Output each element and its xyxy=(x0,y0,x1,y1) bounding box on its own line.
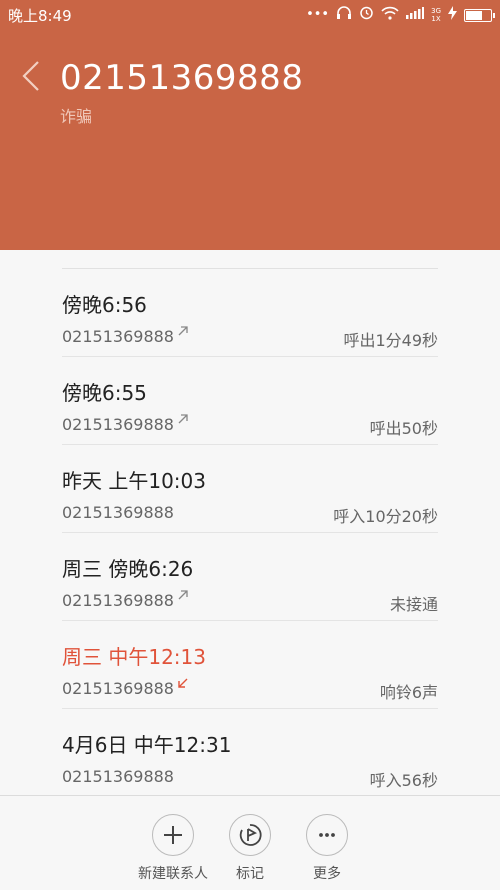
call-log-row[interactable]: 昨天 上午10:03 02151369888 呼入10分20秒 xyxy=(62,445,438,533)
header: 晚上8:49 ••• 3G 1X 02151369888 诈骗 xyxy=(0,0,500,250)
call-time: 周三 傍晚6:26 xyxy=(62,557,194,581)
new-contact-label: 新建联系人 xyxy=(138,866,208,882)
call-number: 02151369888 xyxy=(62,591,174,610)
call-log-row-missed[interactable]: 周三 中午12:13 02151369888 响铃6声 xyxy=(62,621,438,709)
call-time: 傍晚6:55 xyxy=(62,381,147,405)
call-log-list[interactable]: 傍晚6:56 02151369888 呼出1分49秒 傍晚6:55 021513… xyxy=(0,250,500,795)
call-number: 02151369888 xyxy=(62,415,174,434)
battery-icon xyxy=(464,8,495,22)
call-status: 响铃6声 xyxy=(379,683,438,702)
chevron-left-icon xyxy=(22,61,39,91)
call-log-row[interactable]: 傍晚6:56 02151369888 呼出1分49秒 xyxy=(62,269,438,357)
page-title: 02151369888 xyxy=(60,58,304,98)
more-label: 更多 xyxy=(313,866,341,882)
call-status: 呼入10分20秒 xyxy=(333,507,438,526)
call-number: 02151369888 xyxy=(62,767,174,786)
status-time: 晚上8:49 xyxy=(8,7,72,25)
signal-icon xyxy=(406,6,425,24)
alarm-icon xyxy=(359,5,374,25)
call-time: 昨天 上午10:03 xyxy=(62,469,206,493)
call-log-row[interactable]: 傍晚6:55 02151369888 呼出50秒 xyxy=(62,357,438,445)
more-button[interactable]: 更多 xyxy=(287,814,367,884)
network-type-top: 3G xyxy=(431,7,441,15)
new-contact-button[interactable]: 新建联系人 xyxy=(133,814,213,884)
headphones-icon xyxy=(336,5,352,25)
bottom-action-bar: 新建联系人 标记 更多 xyxy=(0,795,500,890)
status-icons: ••• 3G 1X xyxy=(306,5,495,25)
call-status: 呼入56秒 xyxy=(369,771,438,790)
add-icon xyxy=(152,814,194,856)
call-status: 未接通 xyxy=(389,595,438,614)
call-time: 4月6日 中午12:31 xyxy=(62,733,232,757)
network-type-bottom: 1X xyxy=(431,15,441,23)
more-dots-icon: ••• xyxy=(306,7,330,22)
call-number: 02151369888 xyxy=(62,679,174,698)
outgoing-call-icon xyxy=(178,414,188,424)
missed-call-icon xyxy=(178,678,188,688)
call-number: 02151369888 xyxy=(62,327,174,346)
call-status: 呼出50秒 xyxy=(369,419,438,438)
call-log-row[interactable]: 周三 傍晚6:26 02151369888 未接通 xyxy=(62,533,438,621)
more-dots-icon xyxy=(306,814,348,856)
call-status: 呼出1分49秒 xyxy=(343,331,438,350)
status-bar: 晚上8:49 ••• 3G 1X xyxy=(0,0,500,28)
back-button[interactable] xyxy=(16,56,46,100)
network-type-icon: 3G 1X xyxy=(431,7,441,23)
call-number: 02151369888 xyxy=(62,503,174,522)
wifi-icon xyxy=(381,6,399,25)
call-time: 傍晚6:56 xyxy=(62,293,147,317)
charging-icon xyxy=(448,5,457,25)
mark-label: 标记 xyxy=(236,866,264,882)
mark-button[interactable]: 标记 xyxy=(210,814,290,884)
outgoing-call-icon xyxy=(178,590,188,600)
outgoing-call-icon xyxy=(178,326,188,336)
call-log-row[interactable]: 4月6日 中午12:31 02151369888 呼入56秒 xyxy=(62,709,438,795)
mark-icon xyxy=(229,814,271,856)
number-tag: 诈骗 xyxy=(60,107,93,126)
call-time: 周三 中午12:13 xyxy=(62,645,206,669)
